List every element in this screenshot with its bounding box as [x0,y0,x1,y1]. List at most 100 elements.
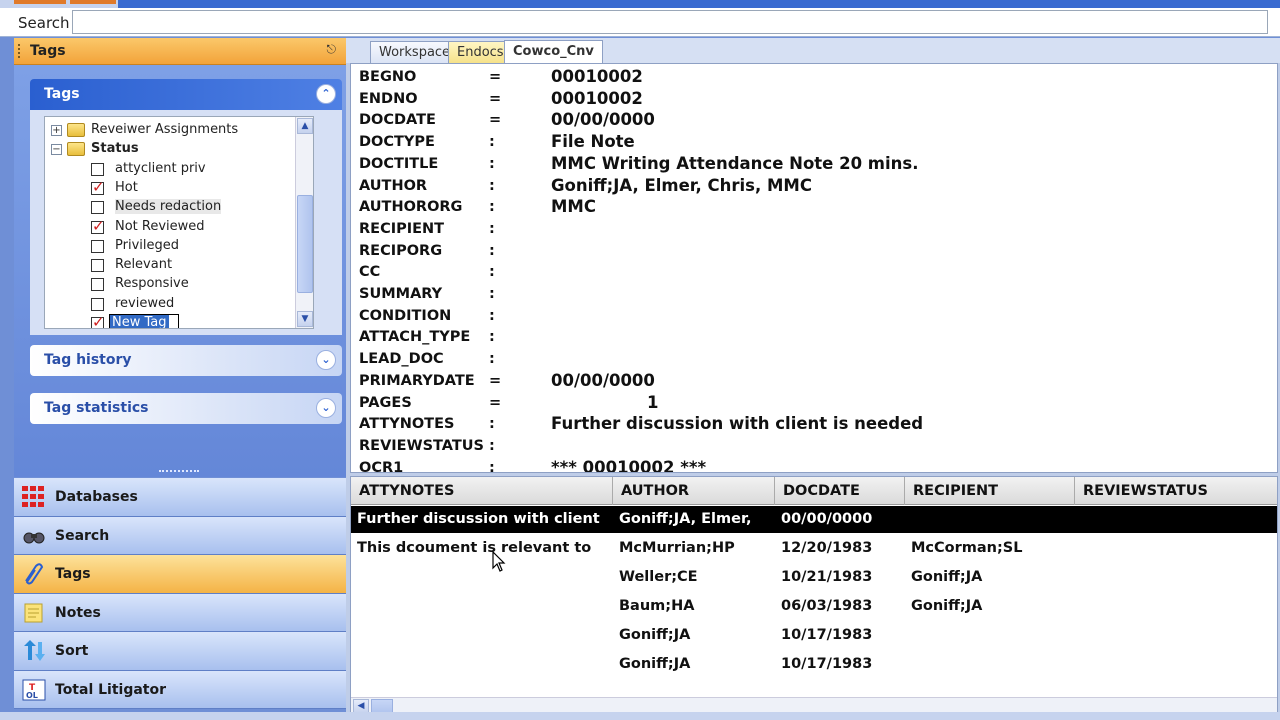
expand-chevron-icon[interactable]: ⌄ [316,398,336,418]
nav-button-label: Sort [55,643,89,659]
tag-item[interactable]: Privileged [91,237,311,256]
table-row[interactable]: Goniff;JA 10/17/1983 [351,622,1277,649]
search-input[interactable] [72,10,1268,34]
toolbar-tab-2[interactable] [70,0,116,4]
field-value: MMC Writing Attendance Note 20 mins. [551,153,919,173]
tag-statistics-header[interactable]: Tag statistics ⌄ [30,393,342,424]
tags-group-header[interactable]: Tags ⌃ [30,79,342,110]
table-row[interactable]: Weller;CE 10/21/1983 Goniff;JA [351,564,1277,591]
toolbar-tab-1[interactable] [14,0,66,4]
tree-label: New Tag [110,315,169,329]
nav-button-label: Databases [55,489,138,505]
tag-item[interactable]: Responsive [91,275,311,294]
field-name: AUTHORORG [359,199,463,216]
field-name: DOCTYPE [359,134,435,151]
tag-item[interactable]: New Tag [91,313,311,329]
tag-checkbox[interactable] [91,178,105,196]
column-header-attynotes[interactable]: ATTYNOTES [351,477,613,505]
tree-label: Reveiwer Assignments [91,122,239,137]
expand-chevron-icon[interactable]: ⌄ [316,350,336,370]
field-separator: : [489,242,495,259]
column-header-docdate[interactable]: DOCDATE [775,477,905,505]
collapse-chevron-icon[interactable]: ⌃ [316,84,336,104]
tag-checkbox[interactable] [91,297,104,311]
tab-workspace[interactable]: Workspace [370,41,460,63]
grid-header: ATTYNOTES AUTHOR DOCDATE RECIPIENT REVIEWSTA… [351,477,1277,505]
tree-scrollbar[interactable]: ▲ ▼ [295,117,313,328]
tag-history-header[interactable]: Tag history ⌄ [30,345,342,376]
scroll-up-icon[interactable]: ▲ [297,118,313,134]
table-row[interactable]: This dcoument is relevant to McMurrian;HP… [351,535,1277,562]
right-pane: Workspace Endocs Cowco_Cnv BEGNO = 0001000… [346,38,1280,720]
pin-icon[interactable]: ⎋ [327,42,337,57]
tag-item[interactable]: Not Reviewed [91,217,311,237]
scroll-down-icon[interactable]: ▼ [297,311,313,327]
column-header-reviewstatus[interactable]: REVIEWSTATUS [1075,477,1277,505]
collapse-icon[interactable]: − [51,144,62,156]
table-cell: Goniff;JA [619,656,691,672]
tag-item[interactable]: Needs redaction [91,198,311,217]
tree-label: Privileged [115,237,179,253]
tag-checkbox[interactable] [91,217,105,235]
field-value: *** 00010002 *** [551,457,707,473]
field-name: AUTHOR [359,177,428,194]
navigation-pane: Databases Search Tags Notes Sort T OL Total Lit… [14,478,346,709]
table-row[interactable]: Baum;HA 06/03/1983 Goniff;JA [351,593,1277,620]
nav-button-label: Search [55,527,110,544]
expand-icon[interactable]: + [51,125,62,136]
tag-item[interactable]: Hot [91,178,311,198]
tag-checkbox[interactable] [91,201,104,215]
nav-button-search[interactable]: Search [14,516,346,555]
tab-endocs[interactable]: Endocs [448,41,513,63]
nav-button-databases[interactable]: Databases [14,478,346,517]
field-separator: : [489,220,495,237]
table-cell: Weller;CE [619,569,698,585]
column-header-recipient[interactable]: RECIPIENT [905,477,1075,505]
tree-folder[interactable]: − Status [51,140,271,159]
nav-button-tags[interactable]: Tags [14,555,346,594]
tag-item[interactable]: attyclient priv [91,160,311,179]
tags-panel-header: Tags ⎋ [14,38,346,65]
tag-item[interactable]: Relevant [91,256,311,275]
field-separator: : [489,177,495,194]
field-name: ENDNO [359,90,418,107]
total-litigator-icon: T OL [22,679,46,701]
field-name: CONDITION [359,307,452,324]
table-row[interactable]: Further discussion with client Goniff;JA,… [351,506,1277,533]
left-pane: Tags ⎋ Tags ⌃ New Tag reviewed Responsive R… [14,38,346,720]
field-separator: : [489,459,495,473]
field-value: 1 [647,392,659,412]
search-binoculars-icon [22,525,46,547]
tag-name-editor[interactable]: New Tag [109,314,179,329]
tag-checkbox[interactable] [91,162,104,176]
folder-icon [67,142,85,157]
splitter-handle[interactable] [159,470,199,474]
table-cell: Goniff;JA, Elmer, [619,511,752,527]
tab-bar: Workspace Endocs Cowco_Cnv [346,38,1280,63]
scroll-thumb[interactable] [297,195,313,293]
tag-checkbox[interactable] [91,259,104,273]
notes-icon [22,602,46,624]
search-label: Search [18,14,70,32]
field-separator: : [489,199,495,216]
tree-label: Needs redaction [115,199,222,215]
tab-cowco-cnv[interactable]: Cowco_Cnv [504,40,603,63]
tag-checkbox[interactable] [91,278,104,292]
table-row[interactable]: Goniff;JA 10/17/1983 [351,651,1277,678]
column-header-author[interactable]: AUTHOR [613,477,775,505]
nav-button-notes[interactable]: Notes [14,593,346,632]
tree-folder[interactable]: + Reveiwer Assignments [51,121,271,140]
title-bar [118,0,1280,8]
nav-button-sort[interactable]: Sort [14,632,346,671]
tags-group-body: New Tag reviewed Responsive Relevant Privile… [30,110,342,335]
field-separator: : [489,351,495,368]
tag-checkbox[interactable] [91,239,104,253]
tree-label: Status [91,141,139,157]
tag-checkbox[interactable] [91,313,105,328]
nav-button-total-litigator[interactable]: T OL Total Litigator [14,670,346,709]
grip-icon[interactable] [18,44,21,58]
task-pane: Tags ⌃ New Tag reviewed Responsive Relevant… [14,65,346,477]
field-separator: : [489,286,495,302]
table-cell: Goniff;JA [911,569,983,585]
tag-item[interactable]: reviewed [91,295,311,314]
